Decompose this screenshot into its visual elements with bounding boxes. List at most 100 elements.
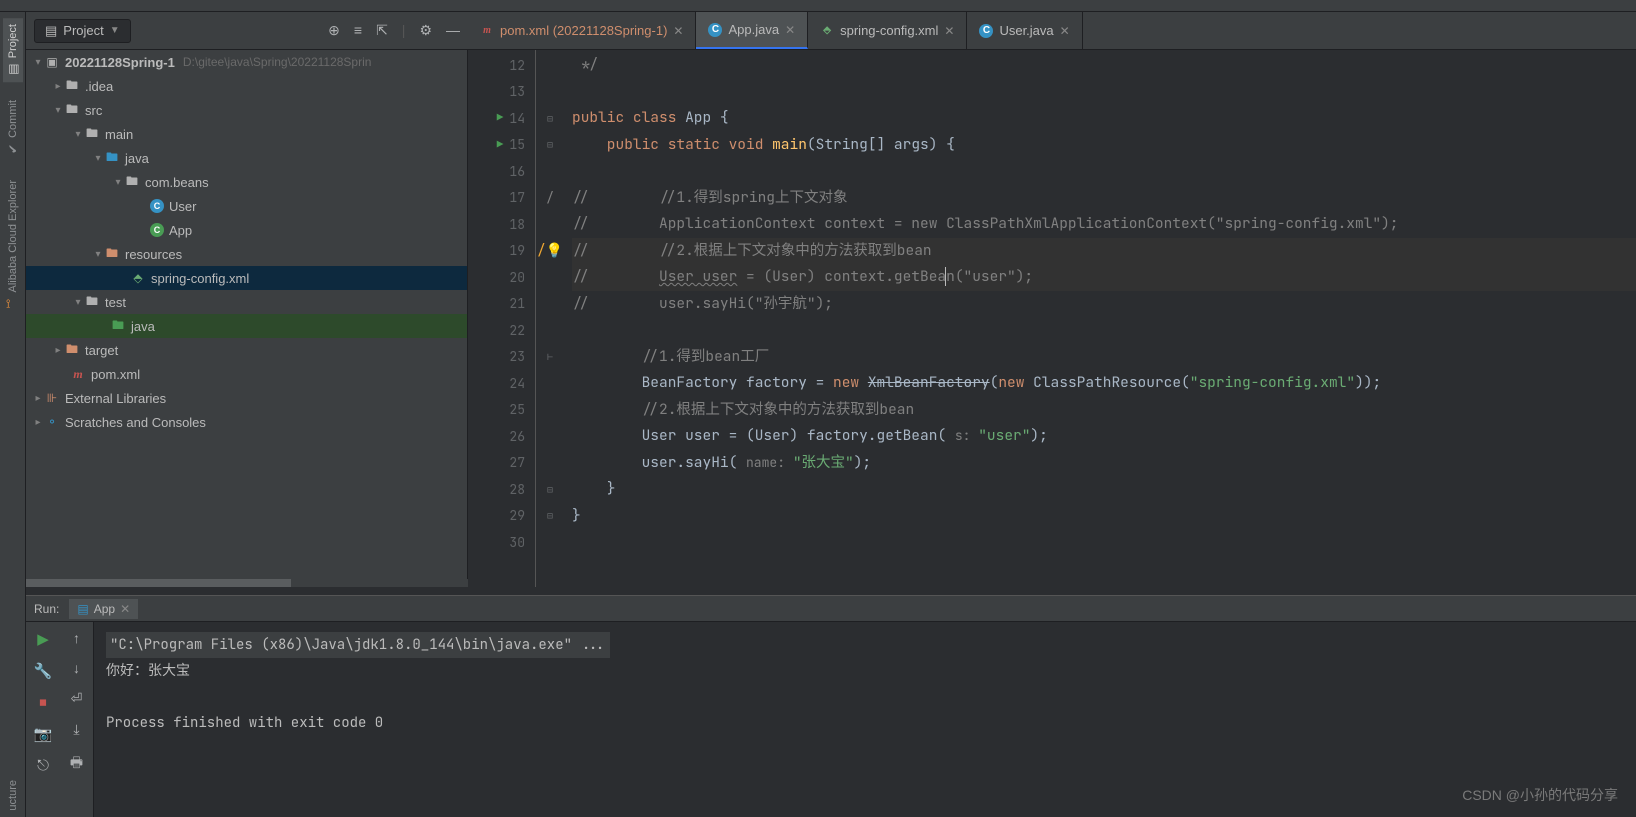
tree-java[interactable]: ▾ 🖿 java <box>26 146 467 170</box>
collapse-icon[interactable]: ⇱ <box>376 22 388 39</box>
close-icon[interactable]: ✕ <box>944 24 954 38</box>
code-text: = (User) context.getBea <box>737 267 946 286</box>
code-text: // //2.根据上下文对象中的方法获取到bean <box>572 241 932 260</box>
fold-icon[interactable]: ⊟ <box>547 112 553 125</box>
project-scrollbar[interactable] <box>26 579 468 587</box>
source-folder-icon: 🖿 <box>104 150 120 166</box>
rail-tab-structure[interactable]: ucture <box>4 774 22 817</box>
folder-icon: 🖿 <box>64 78 80 94</box>
wrench-icon[interactable]: 🔧 <box>34 662 53 680</box>
rail-tab-project[interactable]: ▤ Project <box>3 18 23 82</box>
close-icon[interactable]: ✕ <box>785 23 795 37</box>
tree-external-libs[interactable]: ▸ ⊪ External Libraries <box>26 386 467 410</box>
tree-app-class[interactable]: C App <box>26 218 467 242</box>
line-gutter[interactable]: 1213 ▶14 ▶15 161718 192021 222324 252627… <box>468 50 536 587</box>
maven-icon: m <box>480 24 494 38</box>
tree-label: .idea <box>85 79 113 94</box>
tree-pom[interactable]: m pom.xml <box>26 362 467 386</box>
expand-icon[interactable]: ≡ <box>354 22 362 39</box>
stop-icon[interactable]: ⏹ <box>39 694 47 711</box>
run-gutter-icon[interactable]: ▶ <box>497 111 504 125</box>
exit-icon[interactable]: ⎋ <box>37 757 49 774</box>
tree-main[interactable]: ▾ 🖿 main <box>26 122 467 146</box>
expand-arrow-icon[interactable]: ▾ <box>72 129 84 140</box>
fold-icon[interactable]: ⊟ <box>547 509 553 522</box>
rail-label: ucture <box>7 780 19 811</box>
run-icon[interactable]: ▶ <box>37 630 49 648</box>
tree-package[interactable]: ▾ 🖿 com.beans <box>26 170 467 194</box>
expand-arrow-icon[interactable]: ▾ <box>72 297 84 308</box>
expand-arrow-icon[interactable]: ▾ <box>92 153 104 164</box>
code-text: // user.sayHi("孙宇航"); <box>572 294 833 313</box>
spring-xml-icon: ⬘ <box>820 24 834 38</box>
code-text: public static void <box>572 135 772 154</box>
code-editor[interactable]: 1213 ▶14 ▶15 161718 192021 222324 252627… <box>468 50 1636 587</box>
class-icon: C <box>979 24 993 38</box>
camera-icon[interactable]: 📷 <box>34 725 53 743</box>
project-icon: ▤ <box>6 62 20 76</box>
code-text: BeanFactory factory = <box>572 373 833 392</box>
fold-icon[interactable]: ⊟ <box>547 138 553 151</box>
expand-arrow-icon[interactable]: ▸ <box>32 417 44 428</box>
fold-icon[interactable]: ⊢ <box>547 350 553 363</box>
code-text: // ApplicationContext context = new Clas… <box>572 214 1399 233</box>
divider-icon: | <box>402 22 406 39</box>
tree-spring-config[interactable]: ⬘ spring-config.xml <box>26 266 467 290</box>
module-icon: ▣ <box>44 54 60 70</box>
tree-user-class[interactable]: C User <box>26 194 467 218</box>
run-console[interactable]: "C:\Program Files (x86)\Java\jdk1.8.0_14… <box>94 622 1636 817</box>
watermark: CSDN @小孙的代码分享 <box>1462 785 1618 805</box>
expand-arrow-icon[interactable]: ▸ <box>52 345 64 356</box>
tree-label: java <box>125 151 149 166</box>
code-text: "user" <box>978 426 1030 445</box>
tree-test-java[interactable]: 🖿 java <box>26 314 467 338</box>
expand-arrow-icon[interactable]: ▾ <box>52 105 64 116</box>
project-tree[interactable]: ▾ ▣ 20221128Spring-1 D:\gitee\java\Sprin… <box>26 50 468 587</box>
tab-pom[interactable]: m pom.xml (20221128Spring-1) ✕ <box>468 12 696 49</box>
up-icon[interactable]: ↑ <box>73 630 80 646</box>
down-icon[interactable]: ↓ <box>73 660 80 676</box>
commit-icon: ✔ <box>6 142 20 156</box>
locate-icon[interactable]: ⊕ <box>328 22 340 39</box>
close-icon[interactable]: ✕ <box>673 24 683 38</box>
code-area[interactable]: */ public class App { public static void… <box>564 50 1636 587</box>
gutter-icons: ⊟ ⊟ / /💡 ⊢ ⊟ ⊟ <box>536 50 564 587</box>
tab-user[interactable]: C User.java ✕ <box>967 12 1082 49</box>
tree-resources[interactable]: ▾ 🖿 resources <box>26 242 467 266</box>
code-text: ClassPathResource( <box>1033 373 1190 392</box>
tab-label: User.java <box>999 23 1053 38</box>
tree-root[interactable]: ▾ ▣ 20221128Spring-1 D:\gitee\java\Sprin… <box>26 50 467 74</box>
tree-scratches[interactable]: ▸ ⚬ Scratches and Consoles <box>26 410 467 434</box>
wrap-icon[interactable]: ⏎ <box>71 690 83 707</box>
folder-icon: 🖿 <box>84 126 100 142</box>
hide-icon[interactable]: — <box>446 22 460 39</box>
close-icon[interactable]: ✕ <box>1060 24 1070 38</box>
tree-test[interactable]: ▾ 🖿 test <box>26 290 467 314</box>
code-text: public class <box>572 108 685 127</box>
gear-icon[interactable]: ⚙ <box>419 22 432 39</box>
close-icon[interactable]: ✕ <box>120 602 130 616</box>
bulb-icon[interactable]: /💡 <box>537 242 563 260</box>
project-selector[interactable]: ▤ Project ▼ <box>34 19 131 43</box>
tree-target[interactable]: ▸ 🖿 target <box>26 338 467 362</box>
fold-icon[interactable]: ⊟ <box>547 483 553 496</box>
expand-arrow-icon[interactable]: ▾ <box>32 57 44 68</box>
tab-app[interactable]: C App.java ✕ <box>696 12 808 49</box>
tree-src[interactable]: ▾ 🖿 src <box>26 98 467 122</box>
run-tab[interactable]: ▤ App ✕ <box>69 599 138 619</box>
expand-arrow-icon[interactable]: ▾ <box>112 177 124 188</box>
class-icon: C <box>708 23 722 37</box>
expand-arrow-icon[interactable]: ▾ <box>92 249 104 260</box>
scroll-icon[interactable]: ⤓ <box>73 721 79 738</box>
code-text: )); <box>1355 373 1381 392</box>
expand-arrow-icon[interactable]: ▸ <box>32 393 44 404</box>
run-gutter-icon[interactable]: ▶ <box>497 138 504 152</box>
scratches-icon: ⚬ <box>44 414 60 430</box>
tab-spring-config[interactable]: ⬘ spring-config.xml ✕ <box>808 12 967 49</box>
expand-arrow-icon[interactable]: ▸ <box>52 81 64 92</box>
rail-tab-commit[interactable]: ✔ Commit <box>3 94 23 162</box>
print-icon[interactable]: 🖶 <box>70 752 83 776</box>
rail-tab-alibaba[interactable]: ⟟ Alibaba Cloud Explorer <box>3 174 23 317</box>
tree-idea[interactable]: ▸ 🖿 .idea <box>26 74 467 98</box>
resources-folder-icon: 🖿 <box>104 246 120 262</box>
